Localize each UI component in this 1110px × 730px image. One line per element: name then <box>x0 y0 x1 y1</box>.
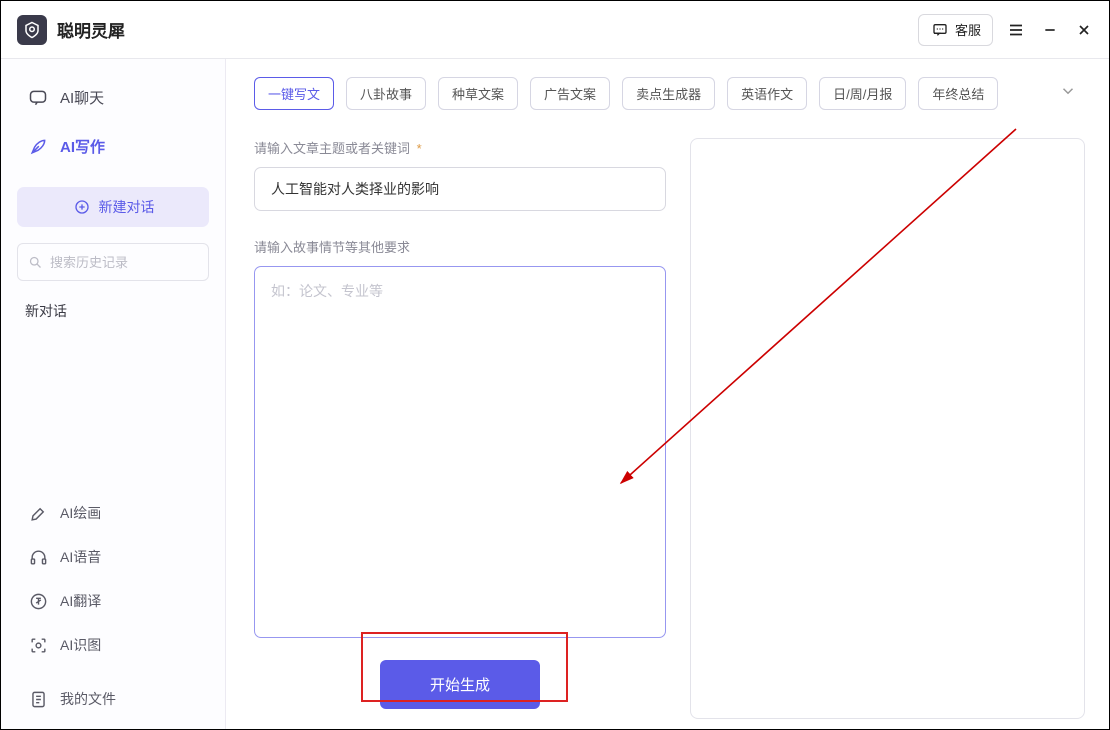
sidebar-item-write[interactable]: AI写作 <box>13 124 213 169</box>
sidebar-files-label: 我的文件 <box>60 689 116 709</box>
chat-history-item[interactable]: 新对话 <box>13 291 213 331</box>
search-input[interactable] <box>50 255 226 270</box>
category-tag[interactable]: 英语作文 <box>727 77 807 110</box>
new-chat-label: 新建对话 <box>99 197 155 217</box>
topic-input[interactable] <box>254 167 666 211</box>
brush-icon <box>28 503 48 523</box>
minimize-button[interactable] <box>1039 19 1061 41</box>
required-mark: * <box>417 141 422 156</box>
image-scan-icon <box>28 635 48 655</box>
support-label: 客服 <box>955 20 981 39</box>
category-tag[interactable]: 日/周/月报 <box>819 77 906 110</box>
sidebar-tool-draw[interactable]: AI绘画 <box>13 491 213 535</box>
output-panel <box>690 138 1085 719</box>
sidebar: AI聊天 AI写作 新建对话 <box>1 59 226 729</box>
sidebar-tool-label: AI绘画 <box>60 503 101 523</box>
file-icon <box>28 689 48 709</box>
category-tag[interactable]: 年终总结 <box>918 77 998 110</box>
titlebar: 聪明灵犀 客服 <box>1 1 1109 59</box>
app-title: 聪明灵犀 <box>57 17 125 42</box>
main-content: 一键写文 八卦故事 种草文案 广告文案 卖点生成器 英语作文 日/周/月报 年终… <box>226 59 1109 729</box>
sidebar-my-files[interactable]: 我的文件 <box>13 677 213 721</box>
category-tag[interactable]: 广告文案 <box>530 77 610 110</box>
close-button[interactable] <box>1073 19 1095 41</box>
sidebar-item-chat[interactable]: AI聊天 <box>13 75 213 120</box>
generate-button[interactable]: 开始生成 <box>380 660 540 709</box>
category-tag[interactable]: 卖点生成器 <box>622 77 715 110</box>
requirements-label: 请输入故事情节等其他要求 <box>254 237 666 256</box>
sidebar-tool-label: AI翻译 <box>60 591 101 611</box>
support-button[interactable]: 客服 <box>918 14 993 46</box>
sidebar-item-label: AI写作 <box>60 136 105 157</box>
category-tag[interactable]: 一键写文 <box>254 77 334 110</box>
chat-bubble-icon <box>930 20 950 40</box>
category-row: 一键写文 八卦故事 种草文案 广告文案 卖点生成器 英语作文 日/周/月报 年终… <box>254 77 1085 110</box>
app-logo <box>17 15 47 45</box>
category-expand-button[interactable] <box>1051 82 1085 105</box>
category-tag[interactable]: 种草文案 <box>438 77 518 110</box>
sidebar-tool-label: AI识图 <box>60 635 101 655</box>
category-tag[interactable]: 八卦故事 <box>346 77 426 110</box>
translate-icon <box>28 591 48 611</box>
chevron-down-icon <box>1059 87 1077 104</box>
sidebar-item-label: AI聊天 <box>60 87 104 108</box>
headphones-icon <box>28 547 48 567</box>
new-chat-button[interactable]: 新建对话 <box>17 187 209 227</box>
requirements-textarea[interactable] <box>254 266 666 638</box>
sidebar-tool-label: AI语音 <box>60 547 101 567</box>
search-box[interactable] <box>17 243 209 281</box>
sidebar-tool-voice[interactable]: AI语音 <box>13 535 213 579</box>
chat-history-label: 新对话 <box>25 303 67 319</box>
feather-icon <box>28 137 48 157</box>
topic-label: 请输入文章主题或者关键词 * <box>254 138 666 157</box>
menu-button[interactable] <box>1005 19 1027 41</box>
sidebar-tool-vision[interactable]: AI识图 <box>13 623 213 667</box>
plus-circle-icon <box>72 197 92 217</box>
chat-icon <box>28 88 48 108</box>
search-icon <box>28 252 43 272</box>
sidebar-tool-translate[interactable]: AI翻译 <box>13 579 213 623</box>
